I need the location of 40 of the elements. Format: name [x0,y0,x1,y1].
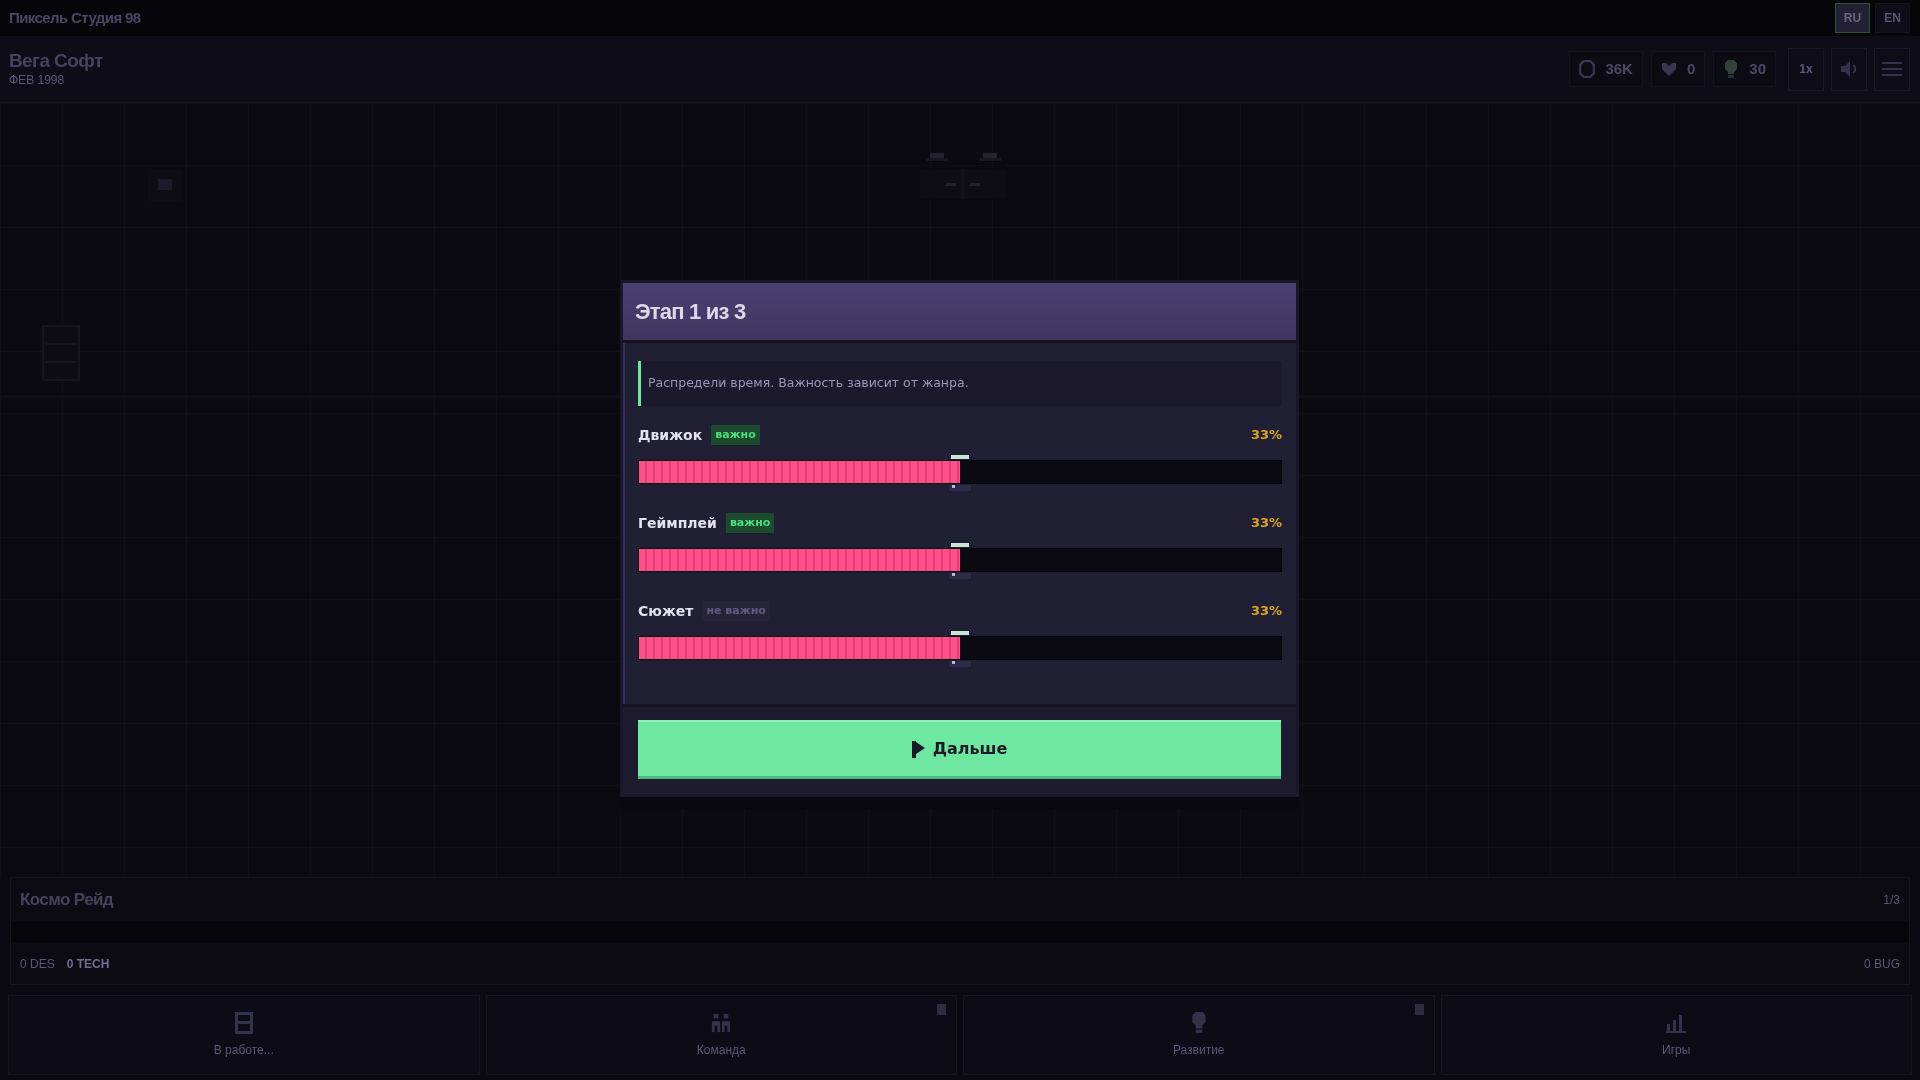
heart-icon [1660,60,1677,78]
play-icon [911,740,925,758]
nav-tab[interactable]: Развитие [963,995,1435,1075]
project-stat: 0 TECH [66,955,110,973]
slider-label: Движок [638,425,703,445]
slider-label: Сюжет [638,601,694,621]
nav-tab[interactable]: В работе... [8,995,480,1075]
speed-button[interactable]: 1x [1788,47,1824,91]
importance-tag: важно [725,512,775,534]
menu-icon [1882,61,1902,77]
importance-tag: важно [711,424,760,446]
date-text: ФЕВ 1998 [9,72,66,88]
dialog-title: Этап 1 из 3 [635,298,746,326]
stat-value: 36K [1605,58,1633,79]
stage-counter: 1/3 [1883,891,1900,909]
nav-tab[interactable]: Команда [485,995,957,1075]
percent-reading: 33% [1250,514,1282,533]
stat-value: 0 [1686,58,1696,79]
coin-icon [1579,60,1596,78]
slider-thumb[interactable] [949,543,971,579]
stat-value: 30 [1749,58,1766,79]
project-stat: 0 DES [20,955,55,973]
percent-reading: 33% [1250,602,1282,621]
slider-thumb[interactable] [949,631,971,667]
next-button[interactable]: Дальше [638,720,1281,779]
slider-label: Геймплей [638,513,717,533]
people-icon [711,1011,732,1034]
language-button[interactable]: EN [1875,3,1910,33]
slider-thumb[interactable] [949,455,971,491]
studio-name: Вега Софт [9,50,103,72]
project-name: Космо Рейд [20,888,114,911]
lightbulb-icon [1723,60,1740,78]
bug-count: 0 BUG [1864,955,1900,973]
importance-tag: не важно [702,600,770,622]
hint-text: Распредели время. Важность зависит от жанра. [648,374,969,393]
app-title: Пиксель Студия 98 [9,7,141,28]
percent-reading: 33% [1250,426,1282,445]
speaker-icon [1841,60,1857,78]
nav-tab[interactable]: Игры [1440,995,1912,1075]
language-button[interactable]: RU [1835,3,1870,33]
